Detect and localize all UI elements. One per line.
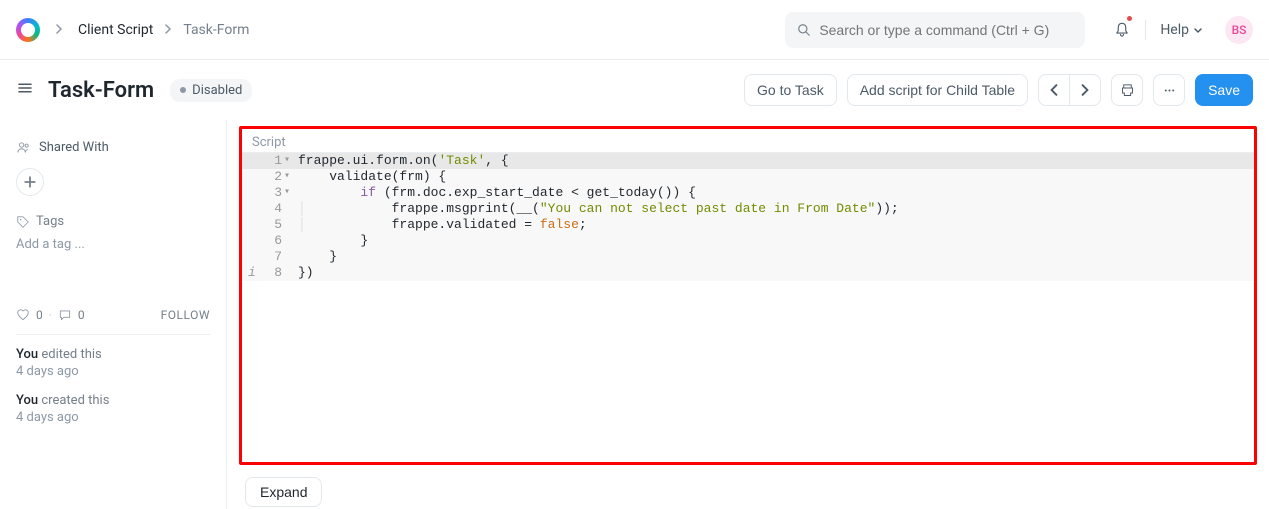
- hamburger-icon: [16, 79, 34, 97]
- heart-icon[interactable]: [16, 308, 30, 322]
- global-search[interactable]: [785, 12, 1085, 48]
- form-sidebar: Shared With Tags Add a tag ... 0 · 0 FOL…: [0, 120, 227, 509]
- users-icon: [16, 140, 31, 155]
- divider: [1145, 20, 1146, 40]
- page-toolbar: Task-Form Disabled Go to Task Add script…: [0, 60, 1269, 120]
- code-editor[interactable]: 1▾frappe.ui.form.on('Task', {2▾ validate…: [242, 152, 1254, 281]
- breadcrumb-item-current: Task-Form: [183, 22, 249, 38]
- likes-count: 0: [36, 308, 43, 322]
- sidebar-toggle[interactable]: [16, 79, 34, 101]
- form-content: Script 1▾frappe.ui.form.on('Task', {2▾ v…: [227, 120, 1269, 509]
- chevron-right-icon: [1079, 84, 1091, 96]
- chevron-left-icon: [1048, 84, 1060, 96]
- record-nav: [1038, 74, 1101, 106]
- search-icon: [797, 23, 811, 37]
- status-badge: Disabled: [170, 79, 252, 102]
- breadcrumb: Client Script Task-Form: [78, 22, 249, 38]
- social-counters: 0 · 0 FOLLOW: [16, 308, 210, 322]
- notifications-button[interactable]: [1113, 16, 1131, 44]
- print-button[interactable]: [1111, 74, 1143, 106]
- user-avatar[interactable]: BS: [1225, 16, 1253, 44]
- notification-dot: [1127, 16, 1132, 21]
- help-label: Help: [1160, 22, 1189, 38]
- save-button[interactable]: Save: [1195, 74, 1253, 106]
- expand-button[interactable]: Expand: [245, 477, 322, 507]
- more-menu-button[interactable]: [1153, 74, 1185, 106]
- script-editor-highlight: Script 1▾frappe.ui.form.on('Task', {2▾ v…: [239, 126, 1257, 465]
- add-tag-input[interactable]: Add a tag ...: [16, 237, 210, 252]
- tags-label: Tags: [36, 214, 64, 229]
- breadcrumb-item-parent[interactable]: Client Script: [78, 22, 153, 38]
- app-logo[interactable]: [16, 18, 40, 42]
- dots-icon: [1162, 83, 1177, 98]
- status-label: Disabled: [192, 83, 242, 98]
- shared-with-label: Shared With: [39, 140, 109, 155]
- next-record-button[interactable]: [1069, 74, 1101, 106]
- shared-with-row[interactable]: Shared With: [16, 132, 210, 162]
- tag-icon: [16, 215, 30, 229]
- comments-count: 0: [78, 308, 85, 322]
- page-title: Task-Form: [48, 78, 154, 103]
- go-to-button[interactable]: Go to Task: [744, 74, 837, 106]
- chevron-right-icon: [163, 22, 173, 38]
- search-input[interactable]: [819, 22, 1073, 38]
- divider: [16, 334, 210, 335]
- tags-section: Tags: [16, 214, 210, 229]
- prev-record-button[interactable]: [1038, 74, 1070, 106]
- help-menu[interactable]: Help: [1160, 22, 1203, 38]
- add-script-button[interactable]: Add script for Child Table: [847, 74, 1028, 106]
- chevron-right-icon: [54, 22, 64, 38]
- plus-icon: [24, 176, 36, 188]
- activity-log: You edited this4 days agoYou created thi…: [16, 347, 210, 425]
- follow-button[interactable]: FOLLOW: [161, 308, 210, 322]
- app-header: Client Script Task-Form Help BS: [0, 0, 1269, 60]
- bell-icon: [1113, 21, 1131, 39]
- add-shared-button[interactable]: [16, 168, 44, 196]
- main-layout: Shared With Tags Add a tag ... 0 · 0 FOL…: [0, 120, 1269, 509]
- comment-icon[interactable]: [58, 308, 72, 322]
- printer-icon: [1120, 83, 1135, 98]
- chevron-down-icon: [1193, 25, 1203, 35]
- script-field-label: Script: [242, 129, 1254, 152]
